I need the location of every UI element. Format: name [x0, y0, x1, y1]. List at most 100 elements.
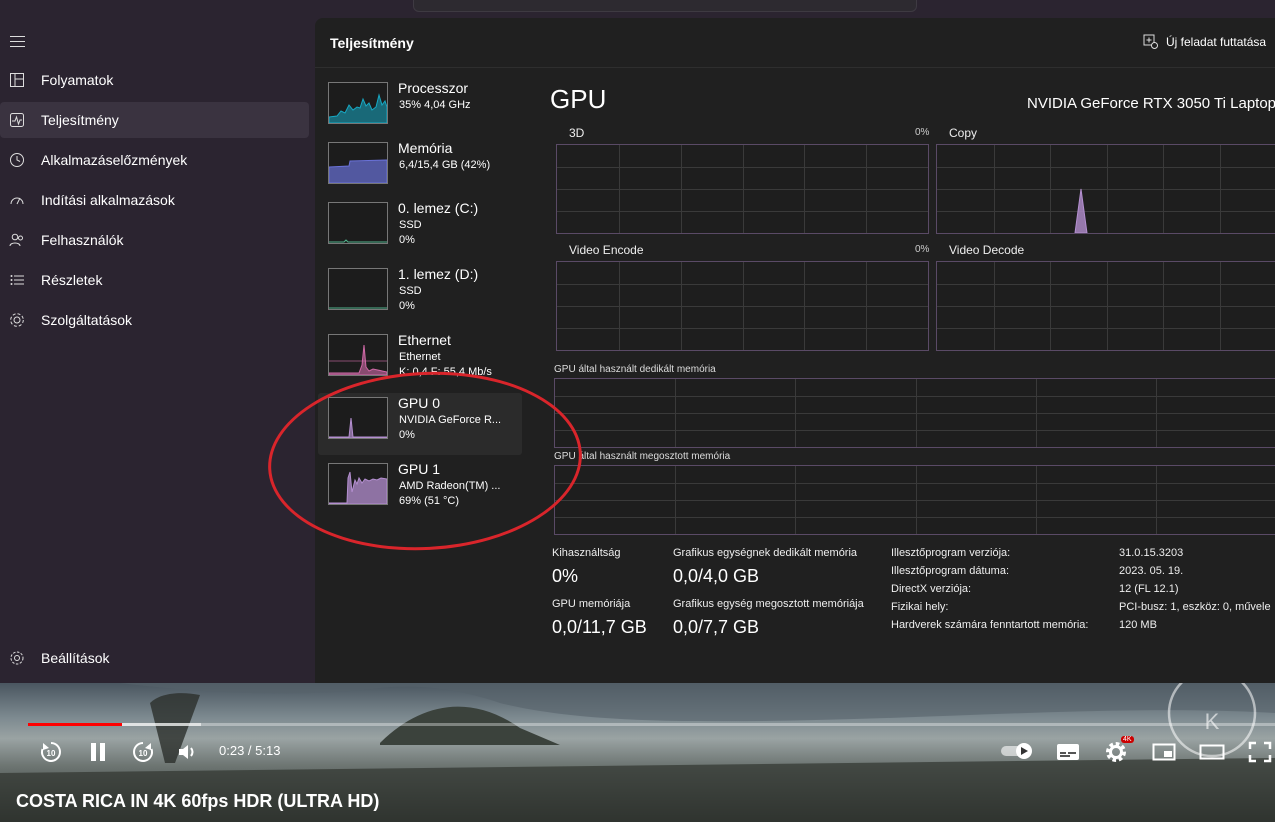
sidebar-item-label: Beállítások: [41, 650, 110, 666]
device-name: Ethernet: [398, 332, 451, 348]
sidebar-item-label: Felhasználók: [41, 232, 124, 248]
device-item-disk-d[interactable]: 1. lemez (D:) SSD 0%: [318, 264, 522, 326]
video-title: COSTA RICA IN 4K 60fps HDR (ULTRA HD): [16, 791, 380, 811]
sidebar-item-details[interactable]: Részletek: [0, 262, 309, 298]
theater-icon: [1199, 744, 1225, 760]
device-name: 0. lemez (C:): [398, 200, 479, 216]
info-value: 2023. 05. 19.: [1119, 565, 1184, 577]
device-item-cpu[interactable]: Processzor 35% 4,04 GHz: [318, 78, 522, 140]
subtitles-button[interactable]: [1055, 740, 1081, 764]
engine-percent: 0%: [915, 244, 930, 255]
grid-lines: [555, 379, 1275, 447]
sidebar-item-label: Indítási alkalmazások: [41, 192, 175, 208]
miniplayer-icon: [1152, 743, 1176, 761]
info-key: DirectX verziója:: [891, 583, 972, 595]
shared-memory-graph: [554, 465, 1275, 535]
details-icon: [8, 271, 26, 289]
startup-icon: [8, 191, 26, 209]
device-name: Memória: [398, 140, 453, 156]
grid-lines: [557, 262, 928, 350]
grid-lines: [557, 145, 928, 233]
sidebar: Folyamatok Teljesítmény Alkalmazáselőzmé…: [0, 20, 314, 683]
info-key: Hardverek számára fenntartott memória:: [891, 619, 1089, 631]
engine-graph-copy: [936, 144, 1275, 234]
sidebar-item-label: Folyamatok: [41, 72, 114, 88]
engine-label: 3D: [569, 126, 585, 140]
info-key: Illesztőprogram dátuma:: [891, 565, 1009, 577]
sidebar-item-performance[interactable]: Teljesítmény: [0, 102, 309, 138]
video-player[interactable]: K 10 10 0:23 / 5:13 4K COSTA RICA IN 4K …: [0, 683, 1275, 822]
info-value: 120 MB: [1119, 619, 1157, 631]
fullscreen-button[interactable]: [1247, 740, 1273, 764]
sidebar-item-history[interactable]: Alkalmazáselőzmények: [0, 142, 309, 178]
volume-icon: [179, 745, 194, 759]
device-detail: Ethernet: [399, 351, 441, 363]
forward-10-button[interactable]: 10: [130, 739, 156, 765]
engine-percent: 0%: [915, 127, 930, 138]
sidebar-item-processes[interactable]: Folyamatok: [0, 62, 309, 98]
autoplay-toggle[interactable]: [999, 740, 1035, 762]
performance-panel: Teljesítmény Új feladat futtatása Proces…: [315, 18, 1275, 683]
device-thumbnail: [328, 82, 388, 124]
svg-text:10: 10: [47, 749, 56, 758]
copy-spike: [1074, 188, 1088, 233]
device-detail: SSD: [399, 285, 422, 297]
info-value: 31.0.15.3203: [1119, 547, 1184, 559]
autoplay-icon: [1001, 743, 1032, 759]
rewind-10-button[interactable]: 10: [38, 739, 64, 765]
device-thumbnail: [328, 142, 388, 184]
info-value: 12 (FL 12.1): [1119, 583, 1179, 595]
device-thumbnail: [328, 268, 388, 310]
info-value: PCI-busz: 1, eszköz: 0, művele: [1119, 601, 1271, 613]
pause-icon: [91, 743, 105, 761]
sidebar-item-label: Alkalmazáselőzmények: [41, 152, 188, 168]
sidebar-item-startup[interactable]: Indítási alkalmazások: [0, 182, 309, 218]
miniplayer-button[interactable]: [1151, 740, 1177, 764]
sidebar-item-services[interactable]: Szolgáltatások: [0, 302, 309, 338]
device-detail: 35% 4,04 GHz: [399, 99, 471, 111]
utilization-label: Kihasználtság: [552, 547, 621, 559]
task-manager-window: Folyamatok Teljesítmény Alkalmazáselőzmé…: [0, 0, 1275, 683]
gpu-memory-value: 0,0/11,7 GB: [552, 617, 647, 637]
engine-label: Video Encode: [569, 243, 644, 257]
dedicated-memory-label: GPU által használt dedikált memória: [554, 364, 716, 375]
pause-button[interactable]: [85, 739, 111, 765]
device-name: Processzor: [398, 80, 469, 96]
device-thumbnail: [328, 202, 388, 244]
sidebar-item-label: Részletek: [41, 272, 103, 288]
info-key: Illesztőprogram verziója:: [891, 547, 1011, 559]
progress-bar[interactable]: [28, 723, 1275, 726]
services-icon: [8, 311, 26, 329]
dedicated-memory-stat-label: Grafikus egységnek dedikált memória: [673, 547, 858, 559]
menu-icon[interactable]: [10, 36, 25, 48]
gear-icon: [1106, 742, 1126, 762]
info-key: Fizikai hely:: [891, 601, 949, 613]
svg-text:K: K: [1205, 709, 1220, 734]
header-divider: [315, 67, 1275, 68]
search-box[interactable]: [413, 0, 917, 12]
device-usage: 0%: [399, 300, 415, 312]
device-item-disk-c[interactable]: 0. lemez (C:) SSD 0%: [318, 198, 522, 260]
progress-played: [28, 723, 122, 726]
gpu-memory-label: GPU memóriája: [552, 598, 631, 610]
device-name: 1. lemez (D:): [398, 266, 479, 282]
dedicated-memory-graph: [554, 378, 1275, 448]
new-task-button[interactable]: Új feladat futtatása: [1143, 34, 1266, 49]
subtitles-icon: [1057, 744, 1079, 760]
quality-badge: 4K: [1121, 736, 1134, 743]
volume-button[interactable]: [176, 740, 200, 764]
processes-icon: [8, 71, 26, 89]
sidebar-item-settings[interactable]: Beállítások: [0, 640, 309, 676]
gpu-title: GPU: [550, 84, 607, 114]
gpu-model: NVIDIA GeForce RTX 3050 Ti Laptop: [1027, 95, 1275, 112]
device-usage: 0%: [399, 234, 415, 246]
engine-label: Copy: [949, 126, 978, 140]
shared-memory-stat-value: 0,0/7,7 GB: [673, 617, 760, 637]
device-item-memory[interactable]: Memória 6,4/15,4 GB (42%): [318, 138, 522, 200]
utilization-value: 0%: [552, 566, 579, 586]
theater-mode-button[interactable]: [1198, 740, 1226, 764]
sidebar-item-users[interactable]: Felhasználók: [0, 222, 309, 258]
engine-graph-3d: [556, 144, 929, 234]
shared-memory-stat-label: Grafikus egység megosztott memóriája: [673, 598, 864, 610]
playback-time: 0:23 / 5:13: [219, 743, 281, 758]
